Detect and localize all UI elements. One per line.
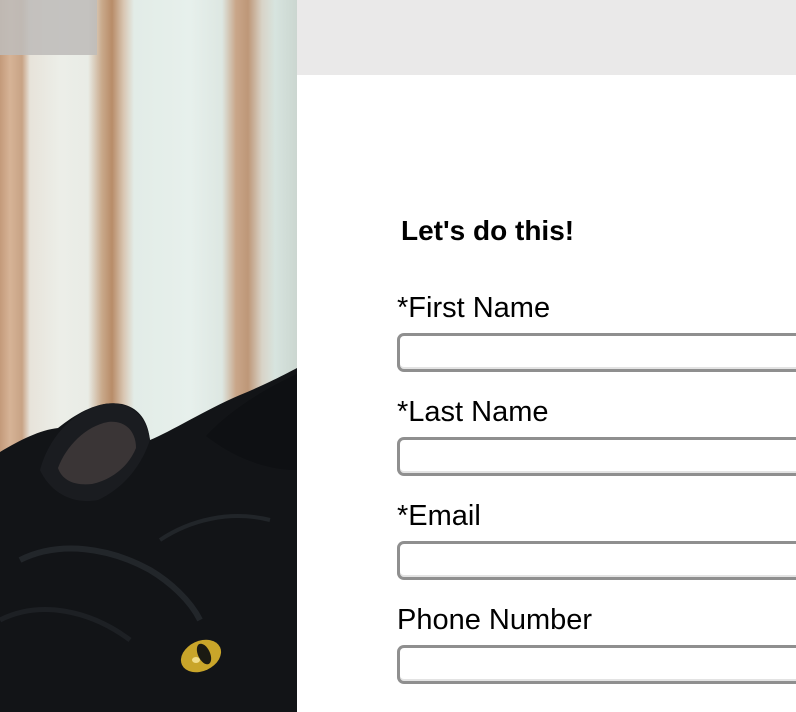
header-strip (297, 0, 796, 75)
signup-page: Let's do this! *First Name *Last Name *E… (0, 0, 796, 712)
first-name-label: *First Name (397, 292, 551, 324)
black-cat-image (0, 368, 297, 712)
email-label: *Email (397, 500, 481, 532)
email-input[interactable] (397, 541, 796, 580)
first-name-input[interactable] (397, 333, 796, 372)
phone-number-label: Phone Number (397, 604, 593, 636)
form-title: Let's do this! (401, 215, 575, 246)
last-name-input[interactable] (397, 437, 796, 476)
overlay-tab (0, 0, 97, 55)
cat-photo (0, 0, 297, 712)
last-name-label: *Last Name (397, 396, 549, 428)
signup-form: Let's do this! *First Name *Last Name *E… (297, 75, 796, 712)
phone-number-input[interactable] (397, 645, 796, 684)
